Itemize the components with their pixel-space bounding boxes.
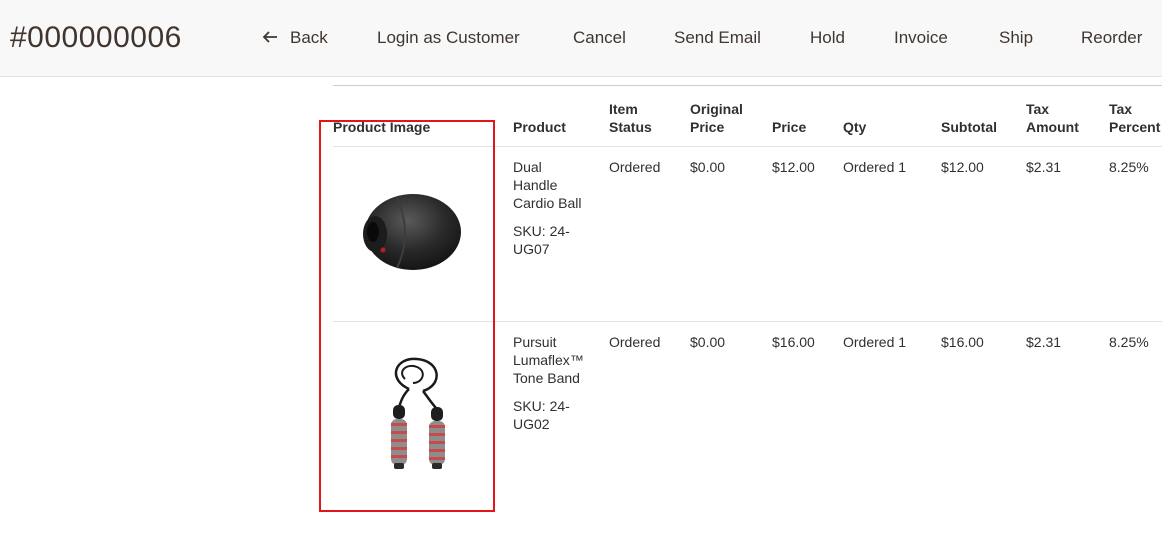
reorder-button[interactable]: Reorder xyxy=(1081,26,1142,50)
price-cell: $16.00 xyxy=(772,334,815,350)
column-header-original-price: Original Price xyxy=(690,100,772,147)
cardio-ball-image xyxy=(363,194,461,270)
column-header-tax-percent: Tax Percent xyxy=(1109,100,1162,147)
page-header: #000000006 Back Login as Customer Cancel… xyxy=(0,0,1162,77)
invoice-button[interactable]: Invoice xyxy=(894,26,948,50)
item-status-cell: Ordered xyxy=(609,334,661,350)
qty-cell: Ordered 1 xyxy=(843,334,907,350)
arrow-left-icon xyxy=(262,31,277,43)
item-status-header-label: Item Status xyxy=(609,101,652,135)
product-sku: SKU: 24-UG07 xyxy=(513,223,570,257)
tax-amount-cell: $2.31 xyxy=(1026,334,1062,350)
column-header-subtotal: Subtotal xyxy=(941,100,1026,147)
table-row: Dual Handle Cardio Ball SKU: 24-UG07 Ord… xyxy=(333,146,1162,322)
tax-percent-cell: 8.25% xyxy=(1109,334,1149,350)
column-header-product: Product xyxy=(513,100,609,147)
column-header-product-image: Product Image xyxy=(333,100,513,147)
original-price-cell: $0.00 xyxy=(690,146,772,322)
send-email-button[interactable]: Send Email xyxy=(674,26,761,50)
product-sku: SKU: 24-UG02 xyxy=(513,398,570,432)
section-divider xyxy=(333,85,1162,86)
tax-amount-header-label: Tax Amount xyxy=(1026,101,1079,135)
order-number-title: #000000006 xyxy=(10,21,182,54)
column-header-tax-amount: Tax Amount xyxy=(1026,100,1109,147)
ship-button[interactable]: Ship xyxy=(999,26,1033,50)
product-image-cell xyxy=(333,146,513,322)
login-as-customer-button[interactable]: Login as Customer xyxy=(377,26,520,50)
tax-percent-cell: 8.25% xyxy=(1109,146,1162,322)
tone-band-image xyxy=(391,357,445,469)
product-name-cell: Dual Handle Cardio Ball SKU: 24-UG07 xyxy=(513,146,609,322)
column-header-item-status: Item Status xyxy=(609,100,690,147)
column-header-price: Price xyxy=(772,100,843,147)
tax-percent-header-label: Tax Percent xyxy=(1109,101,1161,135)
original-price-header-label: Original Price xyxy=(690,101,743,135)
subtotal-cell: $16.00 xyxy=(941,334,984,350)
items-ordered-table: Product Image Product Item Status Origin… xyxy=(333,100,1162,500)
item-status-cell: Ordered xyxy=(609,146,690,322)
product-name: Dual Handle Cardio Ball xyxy=(513,159,582,211)
product-image-cell xyxy=(333,322,513,501)
table-header-row: Product Image Product Item Status Origin… xyxy=(333,100,1162,147)
back-button[interactable]: Back xyxy=(262,26,328,50)
product-name: Pursuit Lumaflex™ Tone Band xyxy=(513,334,584,386)
back-button-label: Back xyxy=(290,28,328,47)
qty-cell: Ordered 1 xyxy=(843,146,941,322)
original-price-cell: $0.00 xyxy=(690,334,726,350)
cancel-button[interactable]: Cancel xyxy=(573,26,626,50)
price-cell: $12.00 xyxy=(772,146,843,322)
tax-amount-cell: $2.31 xyxy=(1026,146,1109,322)
subtotal-cell: $12.00 xyxy=(941,146,1026,322)
column-header-qty: Qty xyxy=(843,100,941,147)
product-name-cell: Pursuit Lumaflex™ Tone Band SKU: 24-UG02 xyxy=(513,322,609,501)
table-row: Pursuit Lumaflex™ Tone Band SKU: 24-UG02… xyxy=(333,322,1162,501)
hold-button[interactable]: Hold xyxy=(810,26,845,50)
